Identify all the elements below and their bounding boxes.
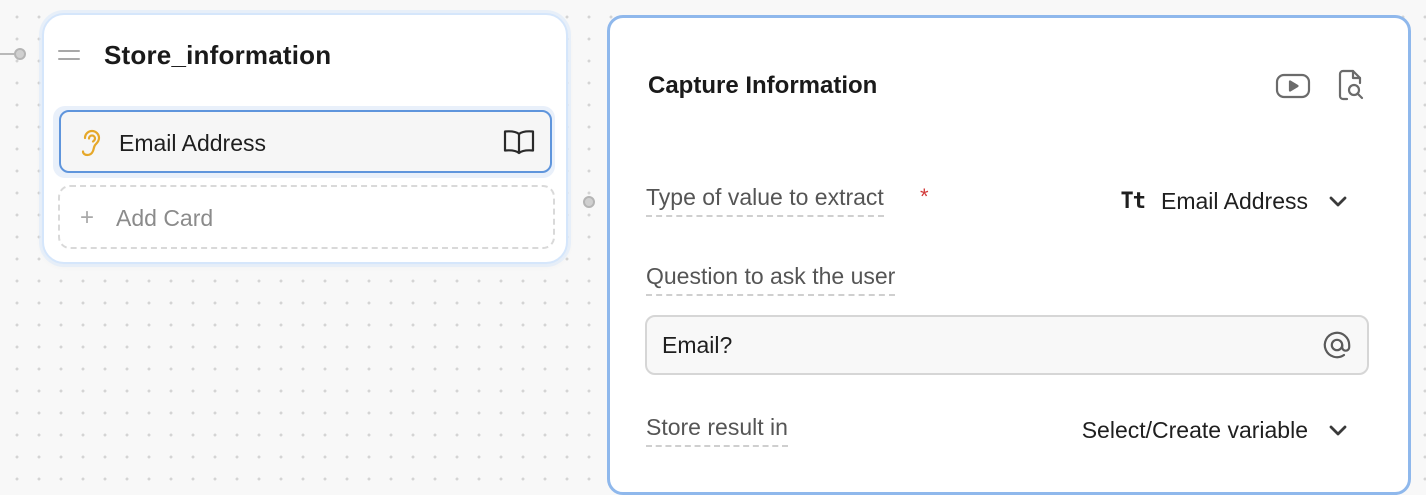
youtube-icon[interactable] bbox=[1275, 72, 1311, 100]
store-result-label: Store result in bbox=[646, 414, 788, 447]
chevron-down-icon bbox=[1329, 196, 1347, 206]
block-title[interactable]: Store_information bbox=[104, 40, 331, 71]
panel-title: Capture Information bbox=[648, 72, 878, 99]
book-icon[interactable] bbox=[502, 128, 536, 156]
store-variable-selected: Select/Create variable bbox=[1081, 417, 1308, 443]
question-input-value: Email? bbox=[662, 332, 733, 358]
value-type-selected: Email Address bbox=[1160, 188, 1308, 214]
store-variable-select[interactable]: Select/Create variable bbox=[1082, 417, 1348, 444]
plus-icon: + bbox=[80, 204, 95, 231]
chevron-down-icon bbox=[1329, 425, 1347, 435]
drag-handle-icon[interactable] bbox=[58, 39, 80, 71]
card-email-address[interactable]: Email Address bbox=[59, 110, 552, 173]
add-card-label: Add Card bbox=[116, 205, 214, 231]
search-document-icon[interactable] bbox=[1337, 68, 1365, 102]
selected-card-highlight: Email Address bbox=[53, 106, 555, 178]
question-input[interactable]: Email? bbox=[645, 315, 1369, 375]
incoming-connector-handle[interactable] bbox=[14, 48, 26, 60]
block-node[interactable]: Store_information Email Address + Add Ca… bbox=[42, 13, 568, 264]
value-type-select[interactable]: Tt Email Address bbox=[1120, 188, 1348, 215]
text-type-icon: Tt bbox=[1120, 189, 1145, 214]
incoming-connector-line bbox=[0, 53, 14, 55]
type-of-value-label: Type of value to extract bbox=[646, 184, 884, 217]
card-label: Email Address bbox=[119, 130, 267, 156]
question-label: Question to ask the user bbox=[646, 263, 896, 296]
block-header: Store_information bbox=[58, 39, 331, 71]
ear-icon bbox=[81, 129, 101, 157]
outgoing-connector-handle[interactable] bbox=[583, 196, 595, 208]
at-mention-icon[interactable] bbox=[1321, 329, 1353, 361]
capture-information-panel: Capture Information Type of value to ext… bbox=[607, 15, 1411, 495]
required-indicator: * bbox=[920, 184, 929, 209]
add-card-button[interactable]: + Add Card bbox=[58, 185, 555, 249]
